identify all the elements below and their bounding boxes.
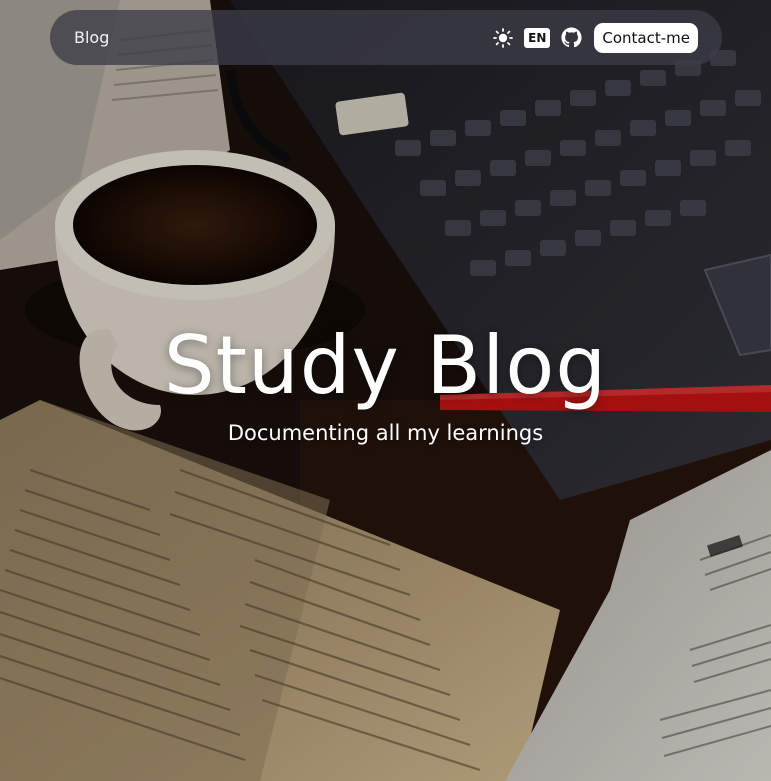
hero-text-block: Study Blog Documenting all my learnings <box>0 318 771 448</box>
page-title: Study Blog <box>163 319 608 412</box>
navbar-actions: EN Contact-me <box>492 22 698 53</box>
blog-home-link[interactable]: Blog <box>74 28 109 47</box>
page-subtitle: Documenting all my learnings <box>227 421 544 445</box>
language-toggle-button[interactable]: EN <box>524 27 551 48</box>
hero-section: Blog EN Contact-me Study Blog Documentin… <box>0 0 771 781</box>
github-icon[interactable] <box>560 27 582 49</box>
contact-me-button[interactable]: Contact-me <box>594 22 698 53</box>
top-navbar: Blog EN Contact-me <box>50 10 722 65</box>
sun-icon[interactable] <box>492 27 514 49</box>
